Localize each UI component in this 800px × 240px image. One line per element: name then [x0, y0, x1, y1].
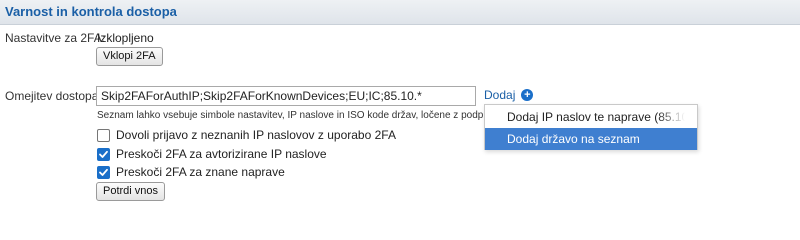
section-header: Varnost in kontrola dostopa: [0, 0, 800, 25]
restrict-label: Omejitev dostopa:: [5, 89, 102, 103]
checkmark-icon: [99, 168, 108, 176]
add-link-label: Dodaj: [484, 88, 516, 102]
checkmark-icon: [99, 150, 108, 158]
dropdown-item-label: Dodaj državo na seznam: [507, 132, 640, 146]
dropdown-item-add-country[interactable]: Dodaj državo na seznam: [485, 128, 697, 150]
restriction-hint: Seznam lahko vsebuje simbole nastavitev,…: [97, 110, 507, 121]
checkbox-unchecked[interactable]: [97, 128, 110, 142]
option-label: Dovoli prijavo z neznanih IP naslovov z …: [116, 128, 396, 142]
twofa-status: Izklopljeno: [97, 31, 154, 45]
enable-2fa-button[interactable]: Vklopi 2FA: [96, 47, 163, 66]
option-skip-2fa-authorized-ip[interactable]: Preskoči 2FA za avtorizirane IP naslove: [97, 146, 327, 162]
restriction-input[interactable]: Skip2FAForAuthIP;Skip2FAForKnownDevices;…: [96, 86, 476, 106]
option-skip-2fa-known-devices[interactable]: Preskoči 2FA za znane naprave: [97, 164, 285, 180]
plus-circle-icon: +: [521, 89, 534, 101]
checkbox-checked[interactable]: [97, 147, 110, 161]
section-title: Varnost in kontrola dostopa: [5, 4, 177, 19]
option-label: Preskoči 2FA za avtorizirane IP naslove: [116, 147, 327, 161]
twofa-label: Nastavitve za 2FA:: [5, 31, 106, 45]
text-fade: [657, 106, 697, 128]
confirm-entry-button[interactable]: Potrdi vnos: [96, 182, 166, 201]
add-dropdown-menu: Dodaj IP naslov te naprave (85.10 Dodaj …: [484, 104, 698, 150]
add-link[interactable]: Dodaj +: [484, 88, 534, 102]
option-label: Preskoči 2FA za znane naprave: [116, 165, 285, 179]
dropdown-item-add-ip[interactable]: Dodaj IP naslov te naprave (85.10: [485, 106, 697, 128]
option-allow-unknown-ip[interactable]: Dovoli prijavo z neznanih IP naslovov z …: [97, 127, 396, 143]
checkbox-checked[interactable]: [97, 165, 110, 179]
